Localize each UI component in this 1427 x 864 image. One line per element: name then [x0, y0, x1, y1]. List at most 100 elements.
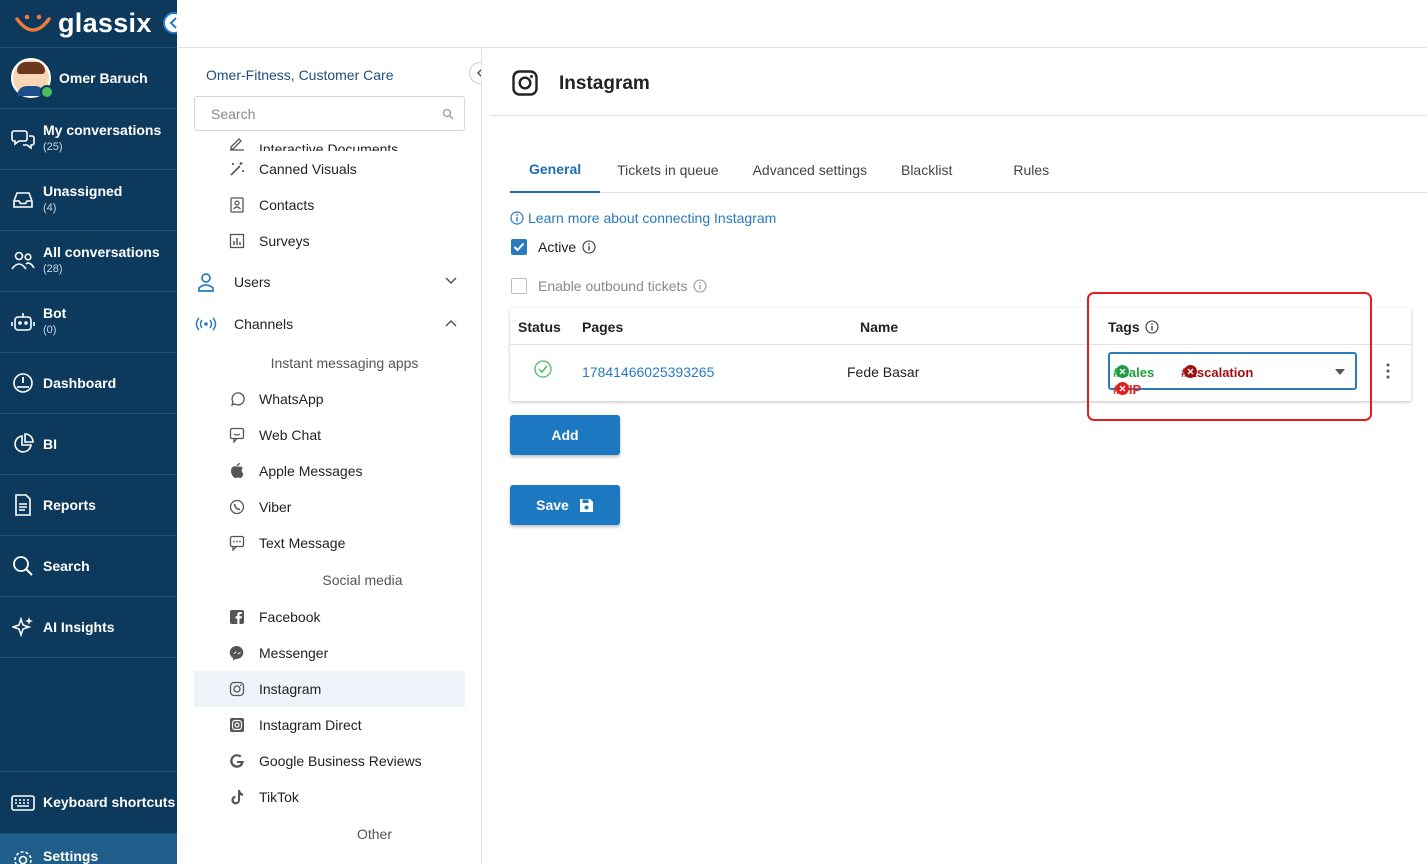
messenger-icon	[229, 645, 244, 661]
active-label: Active	[538, 239, 577, 255]
nav-item-unassigned[interactable]: Unassigned (4)	[0, 170, 177, 231]
section-divider: Social media	[209, 561, 450, 599]
nav-label: Reports	[43, 496, 96, 513]
status-active-icon	[534, 360, 552, 378]
instagram-direct-icon	[230, 718, 244, 732]
keyboard-icon	[11, 794, 35, 811]
tab-rules[interactable]: Rules	[996, 146, 1066, 193]
online-status-icon	[40, 85, 54, 99]
menu-label: Viber	[259, 499, 292, 515]
chat-bubbles-icon	[11, 130, 35, 150]
chevron-up-icon	[445, 319, 457, 327]
learn-more-link[interactable]: Learn more about connecting Instagram	[510, 210, 776, 226]
tab-advanced-settings[interactable]: Advanced settings	[736, 146, 884, 193]
menu-item-messenger[interactable]: Messenger	[177, 635, 481, 671]
menu-item-surveys[interactable]: Surveys	[177, 223, 481, 259]
nav-count: (28)	[43, 263, 63, 275]
remove-tag-icon[interactable]	[1184, 365, 1197, 378]
remove-tag-icon[interactable]	[1116, 365, 1129, 378]
user-profile[interactable]: Omer Baruch	[0, 48, 177, 109]
nav-item-keyboard-shortcuts[interactable]: Keyboard shortcuts	[0, 771, 177, 833]
main-nav: glassix Omer Baruch My conversations (25)…	[0, 0, 177, 864]
info-icon[interactable]	[693, 279, 708, 293]
avatar	[11, 58, 54, 99]
gear-icon	[14, 851, 32, 864]
menu-label: Facebook	[259, 609, 321, 625]
nav-label: AI Insights	[43, 618, 115, 635]
tab-general[interactable]: General	[510, 146, 601, 193]
glassix-smile-icon	[15, 14, 51, 32]
menu-group-channels[interactable]: Channels	[177, 303, 481, 345]
section-label: Social media	[322, 572, 403, 588]
check-icon	[513, 242, 525, 252]
remove-tag-icon[interactable]	[1116, 382, 1129, 395]
nav-item-search[interactable]: Search	[0, 536, 177, 597]
active-checkbox[interactable]	[511, 239, 527, 255]
top-bar	[177, 0, 1427, 48]
menu-label: Apple Messages	[259, 463, 363, 479]
sparkle-icon	[12, 616, 33, 638]
page-id-link[interactable]: 17841466025393265	[582, 364, 714, 380]
tags-select[interactable]: #Sales #Escalation #VIP	[1108, 352, 1357, 397]
tab-bar: General Tickets in queue Advanced settin…	[510, 146, 1427, 193]
caret-down-icon[interactable]	[1335, 369, 1345, 375]
info-icon[interactable]	[1145, 320, 1159, 334]
nav-label: All conversations	[43, 244, 160, 260]
menu-item-tiktok[interactable]: TikTok	[177, 779, 481, 815]
menu-item-whatsapp[interactable]: WhatsApp	[177, 381, 481, 417]
menu-item-google-business-reviews[interactable]: Google Business Reviews	[177, 743, 481, 779]
menu-item-apple-messages[interactable]: Apple Messages	[177, 453, 481, 489]
tab-blacklist[interactable]: Blacklist	[884, 146, 996, 193]
menu-item-instagram[interactable]: Instagram	[194, 671, 465, 707]
user-name: Omer Baruch	[59, 70, 148, 86]
section-divider: Instant messaging apps	[209, 345, 450, 381]
nav-label: Settings	[43, 848, 99, 864]
tab-tickets-in-queue[interactable]: Tickets in queue	[600, 146, 735, 193]
menu-item-contacts[interactable]: Contacts	[177, 187, 481, 223]
nav-item-bot[interactable]: Bot (0)	[0, 292, 177, 353]
pie-chart-icon	[14, 433, 34, 453]
menu-label: Interactive Documents	[259, 141, 399, 151]
sms-icon	[229, 535, 245, 551]
nav-label: Bot	[43, 305, 67, 321]
nav-item-settings[interactable]: Settings	[0, 833, 177, 864]
menu-label: Web Chat	[259, 427, 321, 443]
nav-bottom: Keyboard shortcuts Settings	[0, 771, 177, 864]
menu-item-text-message[interactable]: Text Message	[177, 525, 481, 561]
menu-label: Channels	[234, 316, 294, 332]
nav-item-dashboard[interactable]: Dashboard	[0, 353, 177, 414]
info-icon[interactable]	[582, 240, 596, 254]
nav-item-reports[interactable]: Reports	[0, 475, 177, 536]
nav-item-all-conversations[interactable]: All conversations (28)	[0, 231, 177, 292]
inbox-icon	[13, 192, 33, 208]
menu-item-viber[interactable]: Viber	[177, 489, 481, 525]
menu-item-web-chat[interactable]: Web Chat	[177, 417, 481, 453]
menu-item-instagram-direct[interactable]: Instagram Direct	[177, 707, 481, 743]
outbound-checkbox[interactable]	[511, 278, 527, 294]
more-vertical-icon[interactable]	[1386, 363, 1390, 379]
collapse-menu-button[interactable]	[469, 62, 481, 84]
col-status: Status	[518, 319, 561, 335]
nav-item-my-conversations[interactable]: My conversations (25)	[0, 109, 177, 170]
web-chat-icon	[229, 427, 245, 443]
collapse-nav-button[interactable]	[163, 12, 177, 34]
menu-item-interactive-documents[interactable]: Interactive Documents	[177, 127, 481, 151]
pages-grid: Status Pages Name Tags 17841466025393265…	[510, 308, 1411, 401]
menu-label: Instagram	[259, 681, 322, 697]
add-button[interactable]: Add	[510, 415, 620, 455]
add-button-label: Add	[551, 427, 579, 443]
menu-item-facebook[interactable]: Facebook	[177, 599, 481, 635]
nav-label: Keyboard shortcuts	[43, 794, 176, 810]
page-name: Fede Basar	[847, 364, 920, 380]
menu-label: Contacts	[259, 197, 315, 213]
viber-icon	[229, 499, 245, 515]
gauge-icon	[13, 373, 33, 393]
save-button[interactable]: Save	[510, 485, 620, 525]
section-label: Instant messaging apps	[270, 355, 419, 371]
nav-item-bi[interactable]: BI	[0, 414, 177, 475]
section-divider: Other	[209, 815, 450, 853]
menu-group-users[interactable]: Users	[177, 261, 481, 303]
nav-item-ai-insights[interactable]: AI Insights	[0, 597, 177, 658]
search-input[interactable]	[195, 97, 425, 130]
menu-item-canned-visuals[interactable]: Canned Visuals	[177, 151, 481, 187]
